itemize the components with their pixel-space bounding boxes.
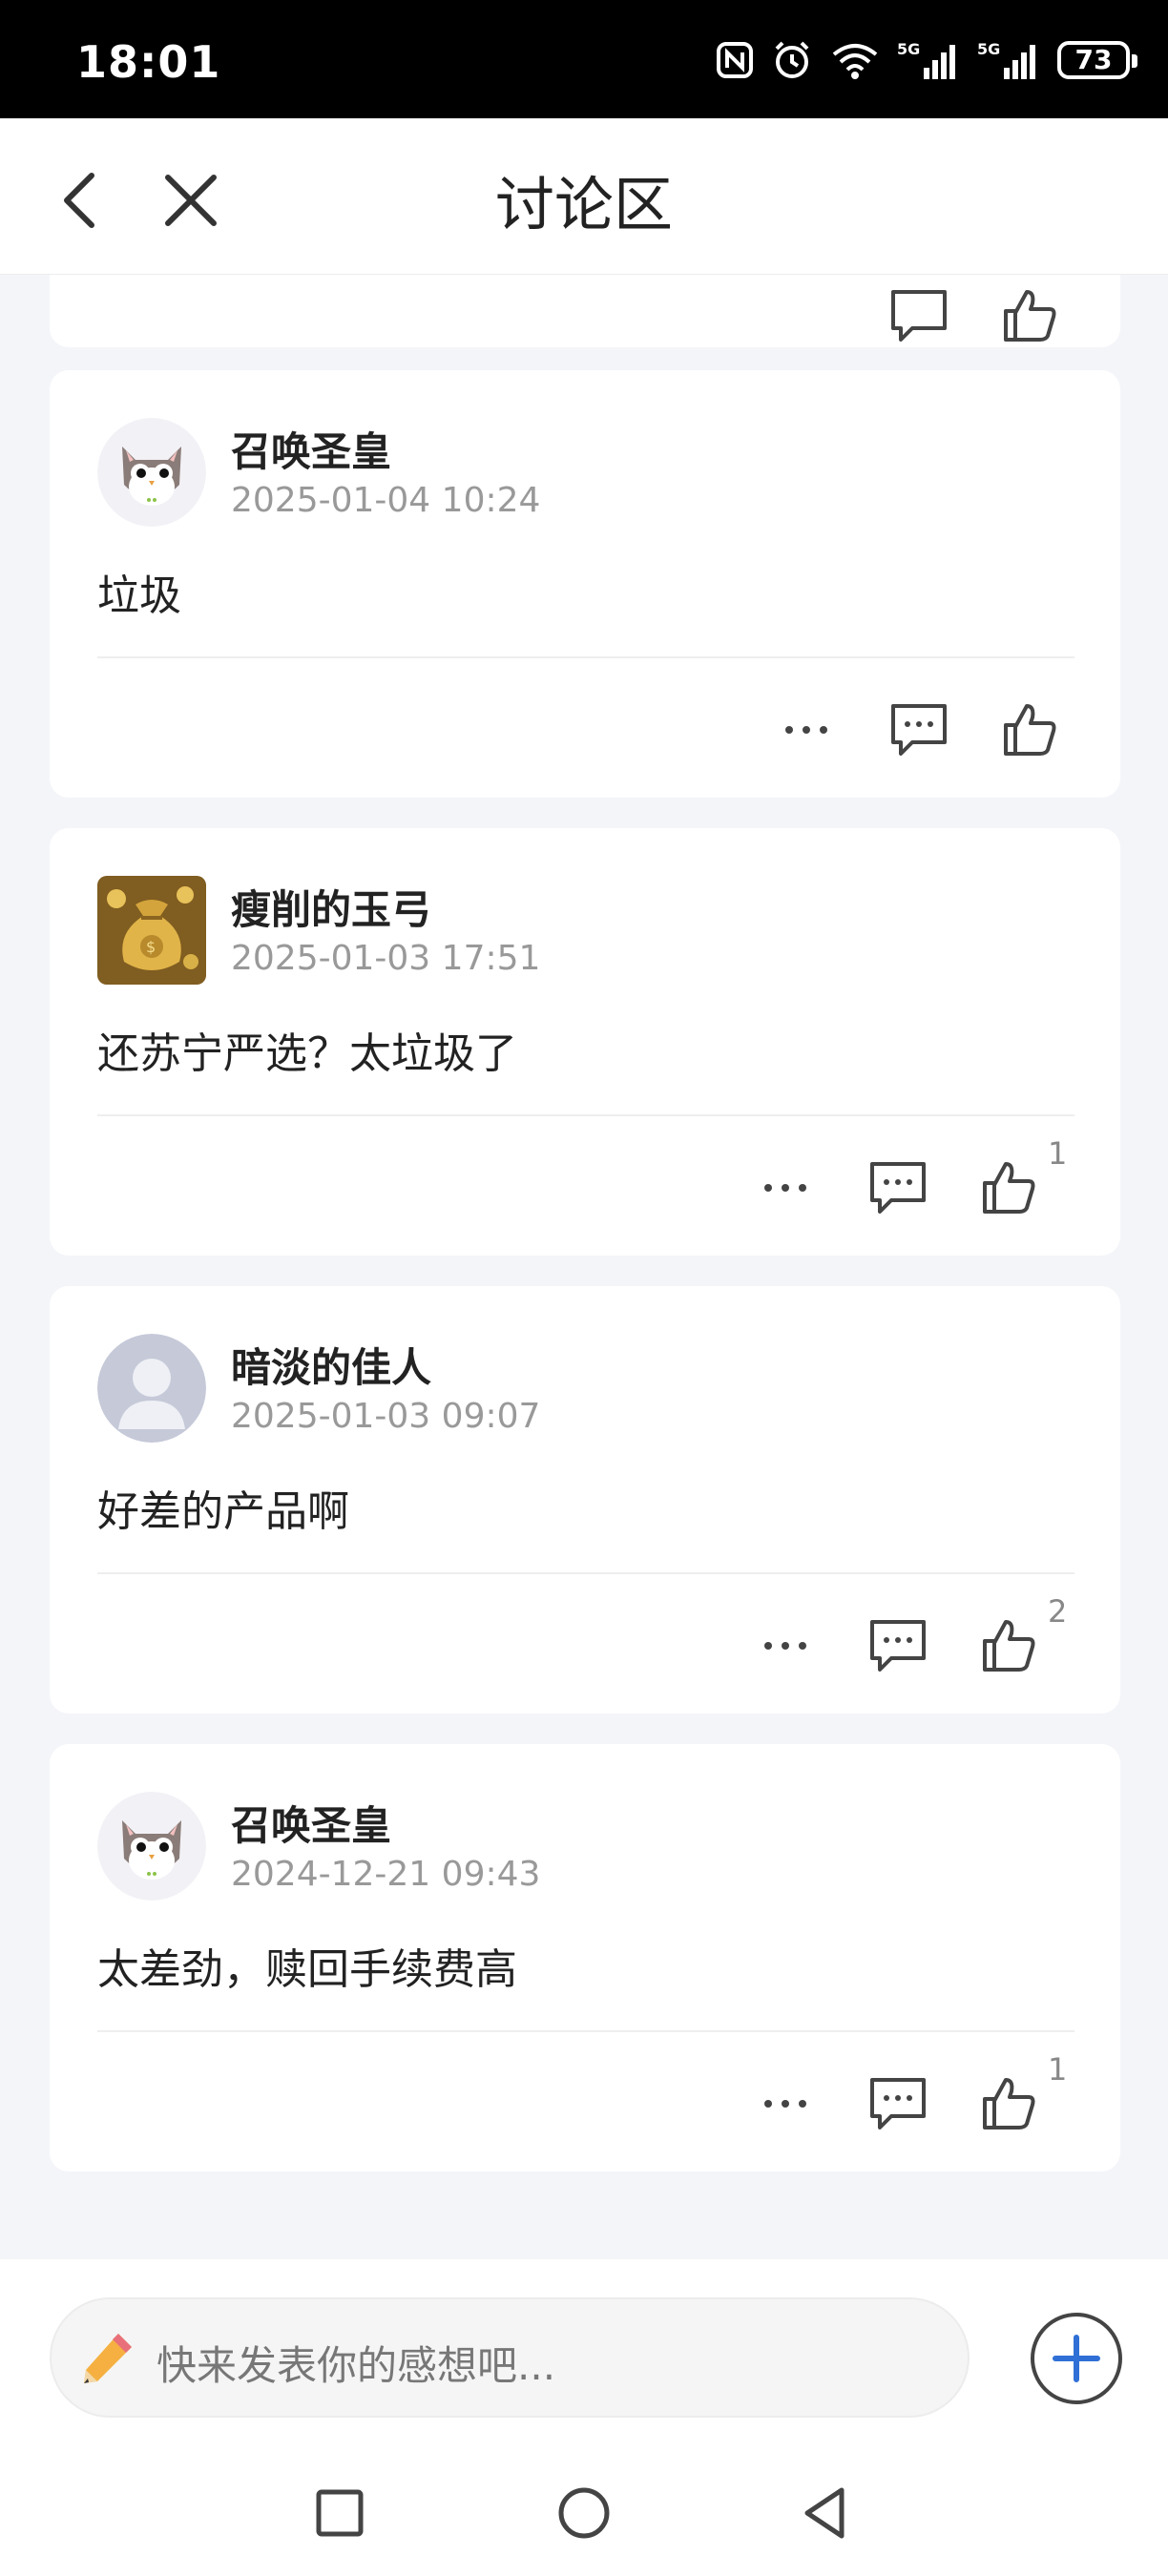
comment-icon[interactable] bbox=[887, 284, 950, 347]
post-content: 好差的产品啊 bbox=[97, 1487, 349, 1536]
timestamp: 2024-12-21 09:43 bbox=[231, 1855, 541, 1894]
plus-icon bbox=[1053, 2335, 1100, 2382]
comment-icon[interactable] bbox=[866, 1614, 929, 1677]
post-card-partial bbox=[50, 275, 1120, 347]
username[interactable]: 召唤圣皇 bbox=[231, 1794, 391, 1852]
timestamp: 2025-01-03 17:51 bbox=[231, 939, 541, 978]
post-card: 召唤圣皇 2025-01-04 10:24 垃圾 bbox=[50, 370, 1120, 798]
more-icon[interactable] bbox=[754, 1156, 817, 1219]
nfc-icon bbox=[717, 42, 753, 78]
thumbs-up-icon[interactable] bbox=[977, 1614, 1040, 1677]
more-icon[interactable] bbox=[775, 698, 838, 761]
username[interactable]: 召唤圣皇 bbox=[231, 420, 391, 478]
like-count: 1 bbox=[1048, 2051, 1068, 2088]
comment-icon[interactable] bbox=[866, 2072, 929, 2135]
page-title: 讨论区 bbox=[494, 170, 673, 239]
comment-icon[interactable] bbox=[887, 698, 950, 761]
comment-placeholder: 快来发表你的感想吧... bbox=[156, 2342, 556, 2389]
timestamp: 2025-01-03 09:07 bbox=[231, 1397, 541, 1436]
wifi-icon bbox=[832, 44, 878, 79]
divider bbox=[97, 2030, 1074, 2032]
comment-input[interactable]: 快来发表你的感想吧... bbox=[50, 2297, 970, 2418]
svg-text:$: $ bbox=[146, 938, 156, 956]
owl-avatar-icon bbox=[97, 1792, 206, 1901]
post-card: 暗淡的佳人 2025-01-03 09:07 好差的产品啊 2 bbox=[50, 1286, 1120, 1714]
post-content: 垃圾 bbox=[97, 571, 181, 620]
comment-feed[interactable]: 召唤圣皇 2025-01-04 10:24 垃圾 $ 瘦削的玉弓 2025-01… bbox=[0, 275, 1168, 2259]
owl-avatar-icon bbox=[97, 418, 206, 527]
svg-text:5G: 5G bbox=[897, 40, 920, 58]
signal-5g-icon: 5G bbox=[977, 40, 1035, 79]
avatar[interactable] bbox=[97, 418, 206, 527]
back-icon[interactable] bbox=[798, 2484, 855, 2542]
gold-bag-avatar-icon: $ bbox=[97, 876, 206, 985]
timestamp: 2025-01-04 10:24 bbox=[231, 481, 541, 520]
more-icon[interactable] bbox=[754, 2072, 817, 2135]
status-time: 18:01 bbox=[76, 36, 221, 88]
avatar[interactable] bbox=[97, 1792, 206, 1901]
avatar[interactable]: $ bbox=[97, 876, 206, 985]
add-button[interactable] bbox=[1031, 2313, 1122, 2404]
default-person-avatar-icon bbox=[97, 1334, 206, 1443]
like-count: 1 bbox=[1048, 1135, 1068, 1172]
signal-5g-icon: 5G bbox=[897, 40, 955, 79]
divider bbox=[97, 1114, 1074, 1116]
status-icons: 5G 5G 73 bbox=[716, 36, 1137, 84]
battery-icon: 73 bbox=[1057, 41, 1137, 79]
post-card: 召唤圣皇 2024-12-21 09:43 太差劲，赎回手续费高 1 bbox=[50, 1744, 1120, 2171]
post-content: 还苏宁严选？太垃圾了 bbox=[97, 1029, 517, 1078]
thumbs-up-icon[interactable] bbox=[998, 284, 1061, 347]
avatar[interactable] bbox=[97, 1334, 206, 1443]
svg-text:5G: 5G bbox=[977, 40, 1000, 58]
like-count: 2 bbox=[1048, 1593, 1068, 1630]
header: 讨论区 bbox=[0, 118, 1168, 275]
recent-apps-icon[interactable] bbox=[311, 2484, 368, 2542]
divider bbox=[97, 1572, 1074, 1574]
post-card: $ 瘦削的玉弓 2025-01-03 17:51 还苏宁严选？太垃圾了 1 bbox=[50, 828, 1120, 1256]
comment-icon[interactable] bbox=[866, 1156, 929, 1219]
thumbs-up-icon[interactable] bbox=[998, 698, 1061, 761]
username[interactable]: 暗淡的佳人 bbox=[231, 1336, 431, 1394]
thumbs-up-icon[interactable] bbox=[977, 2072, 1040, 2135]
username[interactable]: 瘦削的玉弓 bbox=[231, 878, 431, 936]
alarm-icon bbox=[775, 41, 809, 78]
thumbs-up-icon[interactable] bbox=[977, 1156, 1040, 1219]
post-content: 太差劲，赎回手续费高 bbox=[97, 1945, 517, 1994]
status-bar: 18:01 5G 5G 73 bbox=[0, 0, 1168, 118]
home-icon[interactable] bbox=[555, 2484, 613, 2542]
divider bbox=[97, 656, 1074, 658]
comment-bar: 快来发表你的感想吧... bbox=[0, 2259, 1168, 2576]
pencil-icon bbox=[84, 2334, 132, 2383]
more-icon[interactable] bbox=[754, 1614, 817, 1677]
